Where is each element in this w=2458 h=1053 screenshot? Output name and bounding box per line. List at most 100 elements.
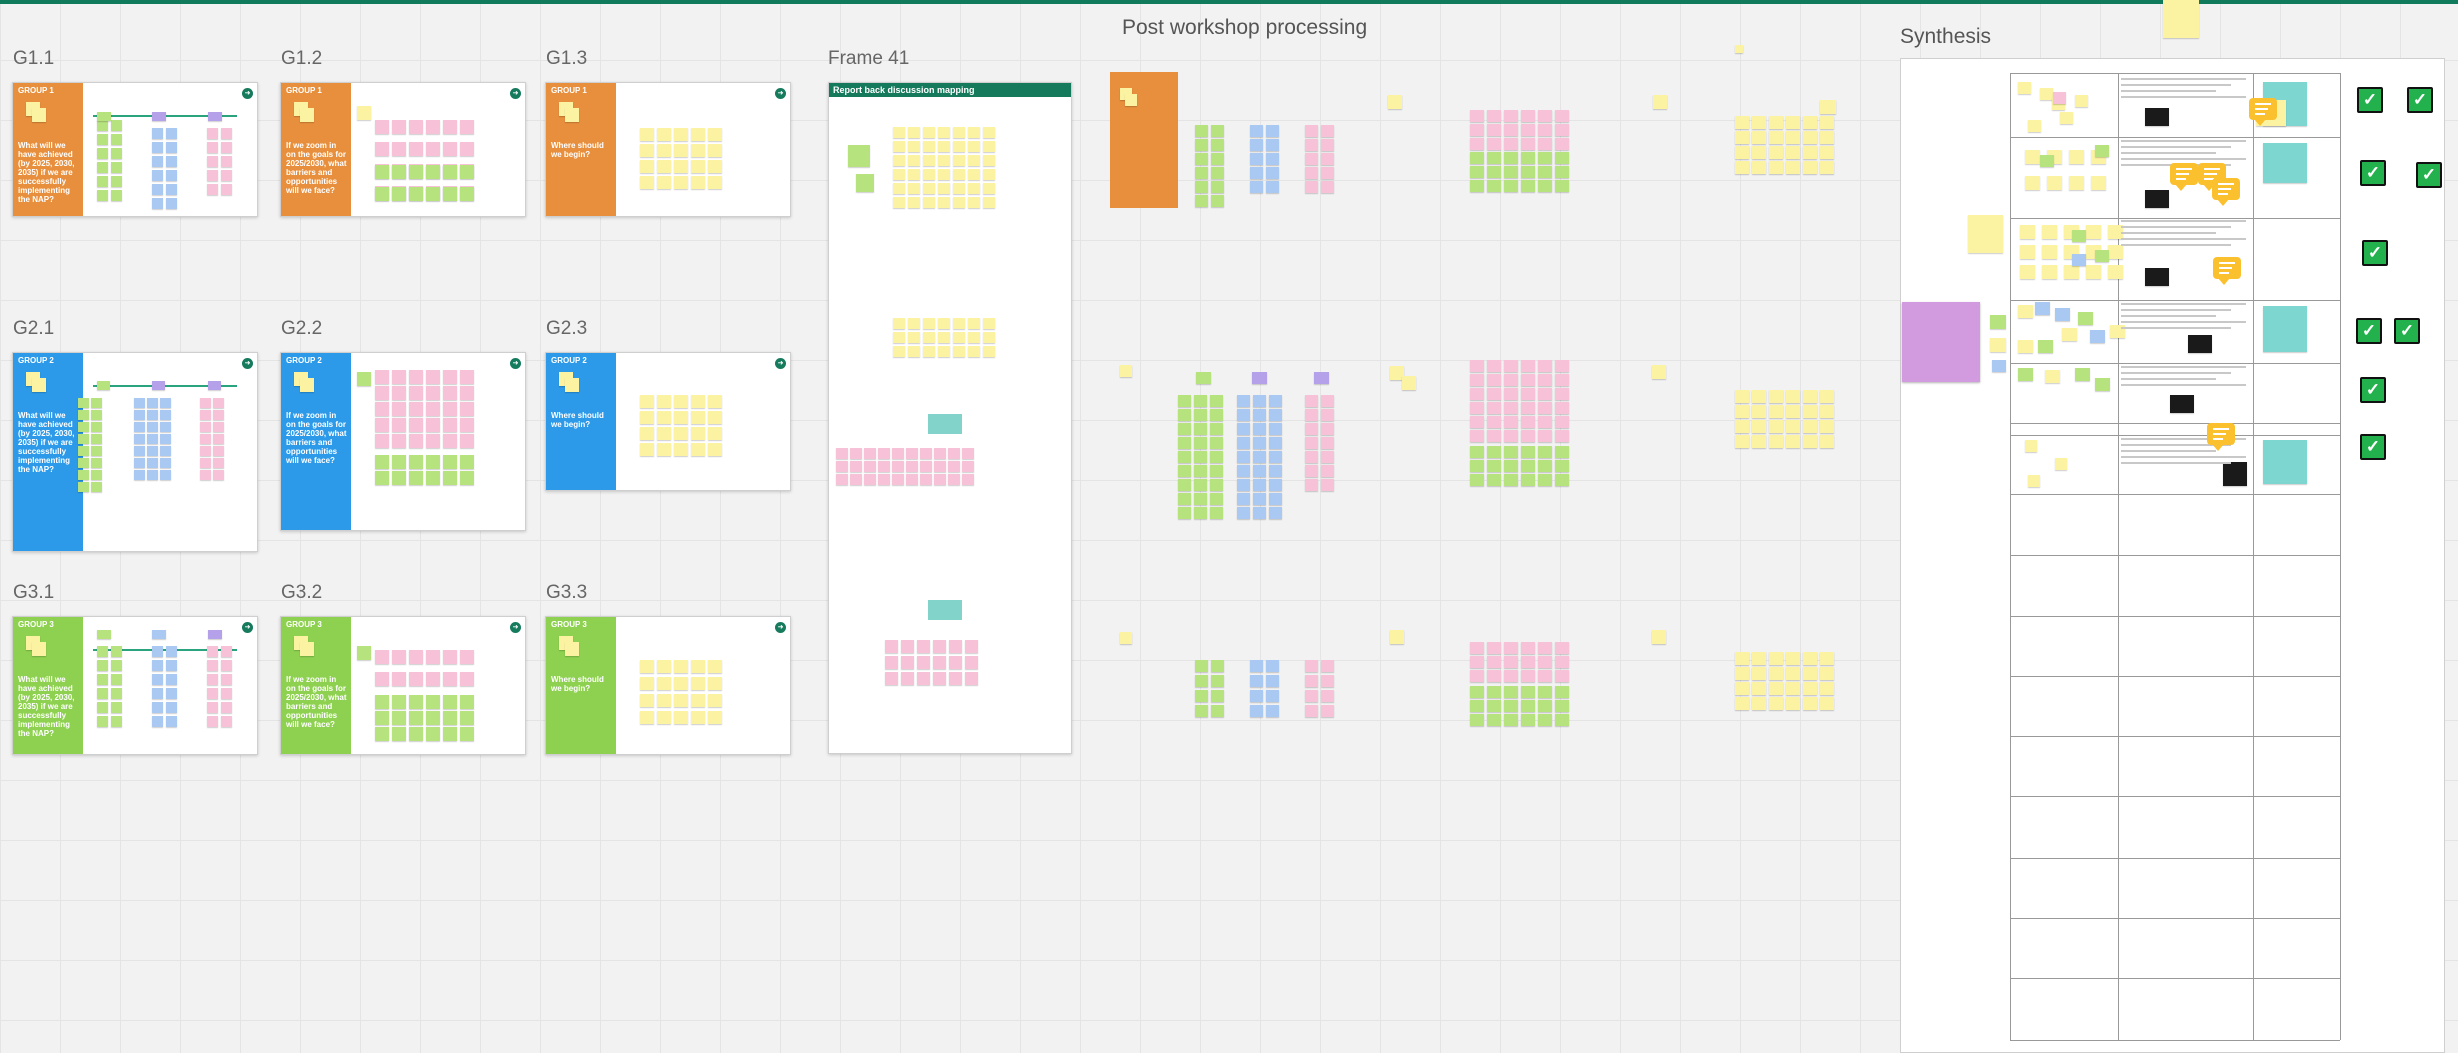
sticky-note[interactable]	[1269, 507, 1282, 519]
sticky-note[interactable]	[1504, 642, 1518, 654]
sticky-note[interactable]	[938, 127, 950, 138]
sticky-note[interactable]	[1237, 437, 1250, 449]
sticky-note[interactable]	[2069, 150, 2084, 164]
sticky-note[interactable]	[207, 142, 218, 153]
sticky-note[interactable]	[1305, 451, 1318, 463]
sticky-note[interactable]	[1253, 451, 1266, 463]
sticky-note[interactable]	[938, 155, 950, 166]
sticky-note[interactable]	[983, 155, 995, 166]
sticky-note[interactable]	[1538, 446, 1552, 458]
sticky-note[interactable]	[134, 410, 145, 420]
sticky-note[interactable]	[111, 190, 122, 201]
sticky-note[interactable]	[375, 650, 389, 664]
sticky-note[interactable]	[221, 128, 232, 139]
sticky-note[interactable]	[1504, 180, 1518, 192]
sticky-note[interactable]	[920, 474, 932, 485]
sticky-note[interactable]	[426, 672, 440, 686]
sticky-note[interactable]	[674, 144, 688, 157]
sticky-note[interactable]	[1538, 460, 1552, 472]
sticky-note[interactable]	[1211, 705, 1224, 717]
sticky-note[interactable]	[1237, 409, 1250, 421]
sticky-note[interactable]	[392, 455, 406, 469]
sticky-note[interactable]	[1735, 420, 1749, 433]
sticky-note[interactable]	[1803, 405, 1817, 418]
sticky-note[interactable]	[207, 702, 218, 713]
sticky-note[interactable]	[97, 176, 108, 187]
sticky-note[interactable]	[91, 482, 102, 492]
sticky-note[interactable]	[1178, 409, 1191, 421]
sticky-note[interactable]	[640, 427, 654, 440]
sticky-note[interactable]	[426, 165, 440, 179]
frame-label-frame41[interactable]: Frame 41	[828, 48, 909, 70]
sticky-note[interactable]	[1521, 446, 1535, 458]
sticky-note[interactable]	[1470, 138, 1484, 150]
sticky-note[interactable]	[953, 169, 965, 180]
sticky-note[interactable]	[923, 141, 935, 152]
sticky-note[interactable]	[1487, 700, 1501, 712]
sticky-note[interactable]	[460, 695, 474, 709]
sticky-note[interactable]	[864, 474, 876, 485]
sticky-note[interactable]	[207, 170, 218, 181]
sticky-note[interactable]	[375, 711, 389, 725]
sticky-note[interactable]	[2095, 378, 2110, 391]
sticky-note[interactable]	[1803, 420, 1817, 433]
sticky-note[interactable]	[1210, 479, 1223, 491]
sticky-note[interactable]	[938, 169, 950, 180]
sticky-note[interactable]	[1538, 360, 1552, 372]
sticky-note[interactable]	[1305, 409, 1318, 421]
black-note[interactable]	[2145, 190, 2169, 208]
sticky-note[interactable]	[1305, 139, 1318, 151]
sticky-note[interactable]	[962, 474, 974, 485]
sticky-note[interactable]	[375, 187, 389, 201]
sticky-note[interactable]	[152, 184, 163, 195]
sticky-note[interactable]	[1321, 690, 1334, 702]
sticky-note[interactable]	[1487, 360, 1501, 372]
sticky-note[interactable]	[1250, 125, 1263, 137]
sticky-note[interactable]	[426, 471, 440, 485]
sticky-note[interactable]	[917, 640, 930, 653]
sticky-note[interactable]	[1178, 395, 1191, 407]
sticky-note[interactable]	[1820, 405, 1834, 418]
sticky-note[interactable]	[1504, 374, 1518, 386]
sticky-note[interactable]	[78, 482, 89, 492]
sticky-note[interactable]	[1786, 116, 1800, 129]
sticky-note[interactable]	[1820, 682, 1834, 695]
sticky-note[interactable]	[91, 410, 102, 420]
sticky-note[interactable]	[1538, 166, 1552, 178]
sticky-note[interactable]	[850, 448, 862, 459]
sticky-note[interactable]	[708, 395, 722, 408]
sticky-note[interactable]	[1269, 451, 1282, 463]
sticky-note[interactable]	[983, 183, 995, 194]
sticky-note[interactable]	[1194, 437, 1207, 449]
sticky-note[interactable]	[983, 346, 995, 357]
sticky-note[interactable]	[1752, 146, 1766, 159]
sticky-note[interactable]	[1195, 139, 1208, 151]
sticky-note[interactable]	[1210, 409, 1223, 421]
sticky-note[interactable]	[78, 446, 89, 456]
column-header[interactable]	[208, 630, 222, 639]
sticky-note[interactable]	[2108, 265, 2123, 279]
sticky-note[interactable]	[2095, 145, 2109, 157]
sticky-note[interactable]	[166, 660, 177, 671]
sticky-note[interactable]	[1992, 360, 2006, 372]
sticky-note[interactable]	[207, 716, 218, 727]
sticky-note[interactable]	[1321, 181, 1334, 193]
sticky-note[interactable]	[409, 471, 423, 485]
sticky-note[interactable]	[1487, 460, 1501, 472]
sticky-note[interactable]	[934, 448, 946, 459]
sticky-note[interactable]	[1504, 110, 1518, 122]
sticky-note[interactable]	[1735, 161, 1749, 174]
sticky-note[interactable]	[426, 187, 440, 201]
sticky-note[interactable]	[160, 410, 171, 420]
sticky-note[interactable]	[1487, 474, 1501, 486]
sticky-note[interactable]	[657, 711, 671, 724]
sticky-note[interactable]	[1521, 110, 1535, 122]
sticky-note[interactable]	[1194, 493, 1207, 505]
panel-sticky-icon[interactable]	[300, 378, 314, 392]
sticky-note[interactable]	[1178, 437, 1191, 449]
sticky-note[interactable]	[443, 650, 457, 664]
sticky-note[interactable]	[1538, 152, 1552, 164]
sticky-note[interactable]	[1555, 686, 1569, 698]
sticky-note[interactable]	[392, 120, 406, 134]
sticky-note[interactable]	[1555, 124, 1569, 136]
